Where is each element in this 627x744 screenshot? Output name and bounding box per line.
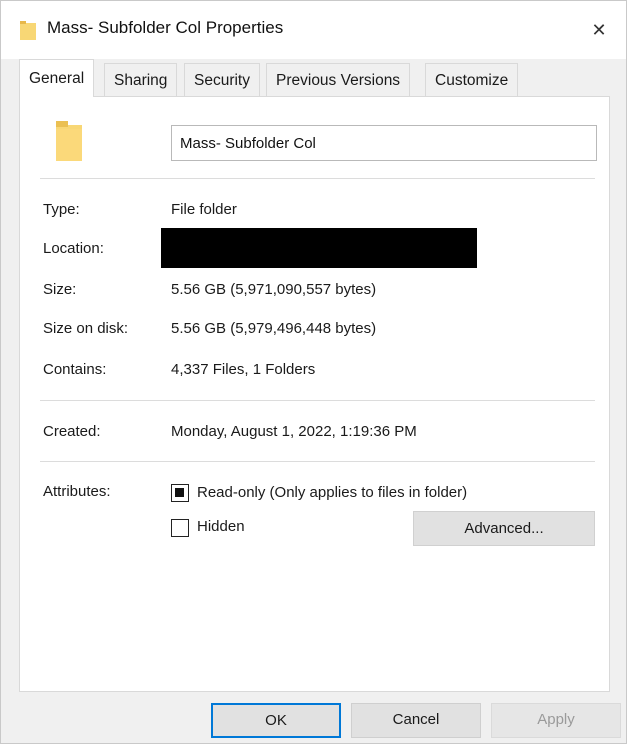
separator	[40, 400, 595, 401]
folder-icon	[20, 21, 36, 40]
tab-customize[interactable]: Customize	[425, 63, 519, 96]
window-title: Mass- Subfolder Col Properties	[47, 18, 284, 37]
size-label: Size:	[43, 281, 77, 298]
properties-dialog: Mass- Subfolder Col Properties ✕ General…	[0, 0, 627, 744]
folder-name-input[interactable]	[171, 125, 597, 161]
size-value: 5.56 GB (5,971,090,557 bytes)	[171, 281, 377, 298]
tab-sharing[interactable]: Sharing	[104, 63, 178, 96]
advanced-button[interactable]: Advanced...	[413, 511, 595, 546]
hidden-checkbox[interactable]	[171, 519, 189, 537]
general-panel: Type: File folder Location: Size: 5.56 G…	[19, 96, 610, 692]
hidden-label[interactable]: Hidden	[197, 518, 245, 535]
folder-icon	[56, 121, 82, 161]
ok-button[interactable]: OK	[211, 703, 341, 738]
indeterminate-mark	[175, 488, 184, 497]
title-bar[interactable]: Mass- Subfolder Col Properties ✕	[1, 1, 626, 59]
apply-button[interactable]: Apply	[491, 703, 621, 738]
close-icon: ✕	[591, 20, 607, 40]
attributes-label: Attributes:	[43, 483, 111, 500]
size-on-disk-label: Size on disk:	[43, 320, 129, 337]
created-value: Monday, August 1, 2022, 1:19:36 PM	[171, 423, 417, 440]
created-label: Created:	[43, 423, 101, 440]
tab-security[interactable]: Security	[184, 63, 260, 96]
tab-previous-versions[interactable]: Previous Versions	[266, 63, 411, 96]
separator	[40, 461, 595, 462]
type-value: File folder	[171, 201, 237, 218]
separator	[40, 178, 595, 179]
location-label: Location:	[43, 240, 104, 257]
contains-value: 4,337 Files, 1 Folders	[171, 361, 316, 378]
size-on-disk-value: 5.56 GB (5,979,496,448 bytes)	[171, 320, 377, 337]
tab-general[interactable]: General	[19, 59, 95, 97]
readonly-label[interactable]: Read-only (Only applies to files in fold…	[197, 484, 467, 501]
location-redacted	[161, 228, 477, 268]
readonly-checkbox[interactable]	[171, 484, 189, 502]
close-button[interactable]: ✕	[582, 13, 616, 47]
cancel-button[interactable]: Cancel	[351, 703, 481, 738]
type-label: Type:	[43, 201, 80, 218]
tab-strip: General Sharing Security Previous Versio…	[19, 59, 608, 97]
contains-label: Contains:	[43, 361, 107, 378]
